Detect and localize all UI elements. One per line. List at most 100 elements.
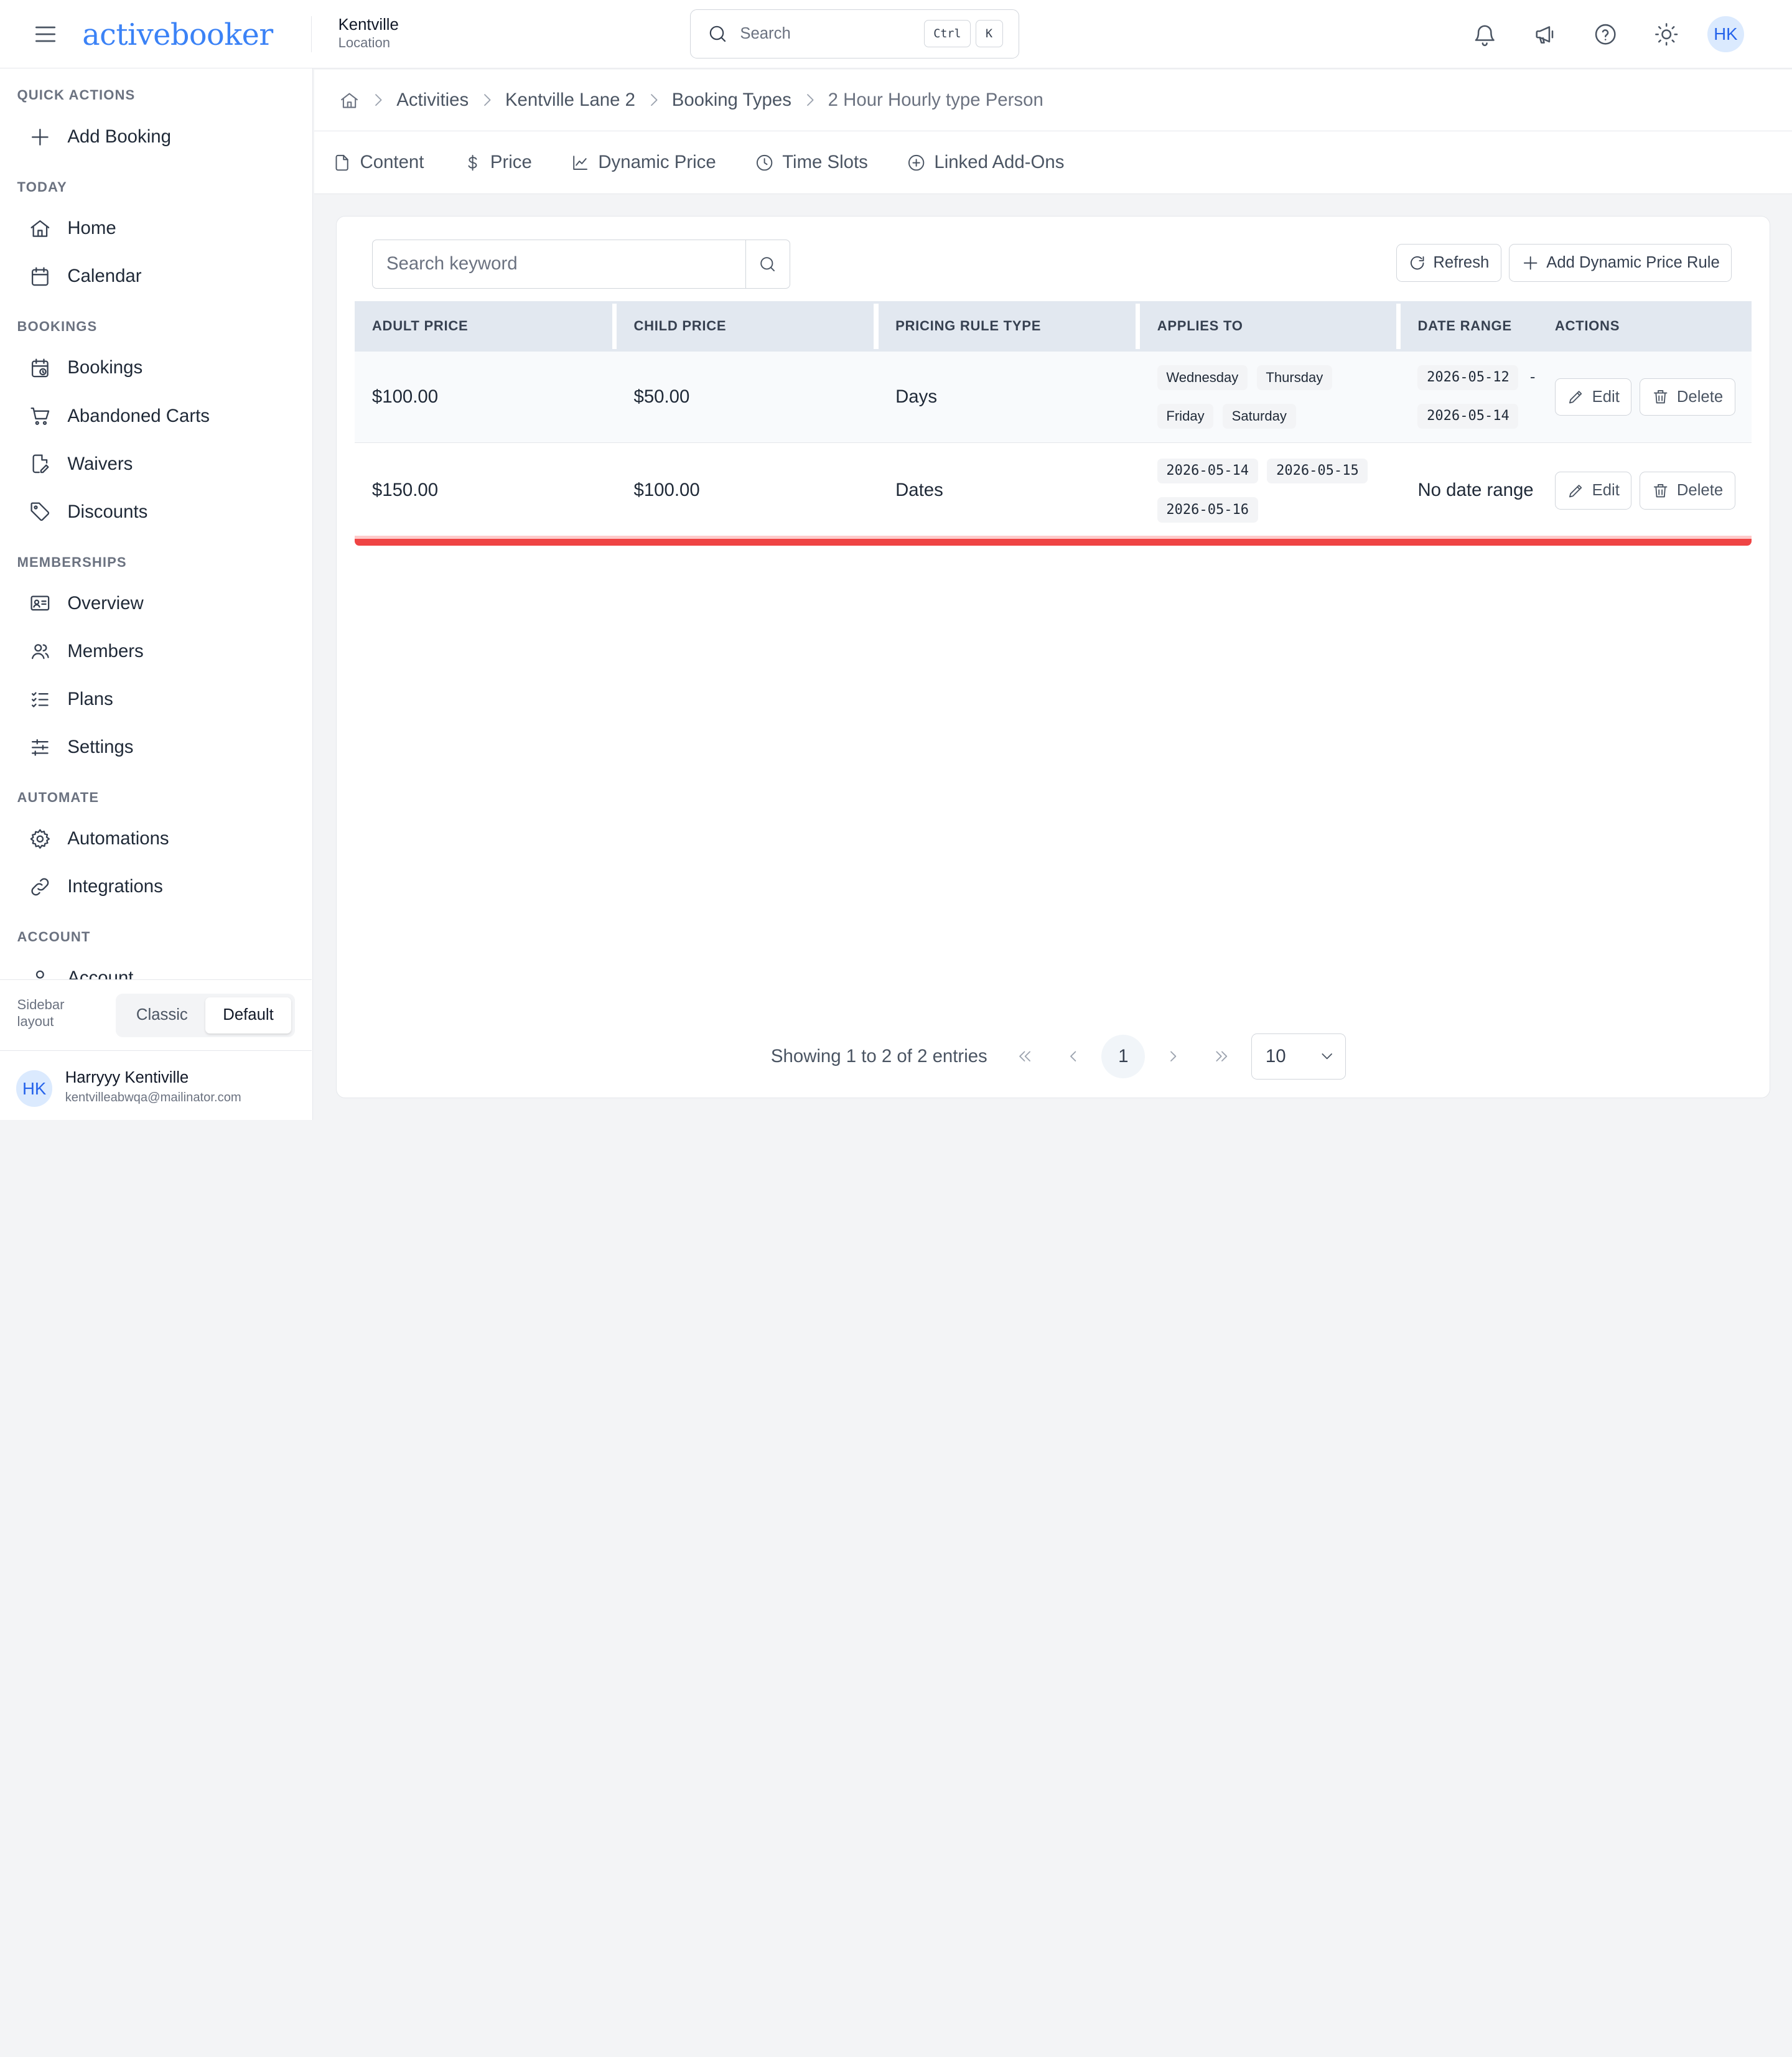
keyword-search-input[interactable]	[372, 240, 745, 288]
tab-price[interactable]: Price	[463, 152, 532, 173]
breadcrumb-lane[interactable]: Kentville Lane 2	[505, 90, 635, 111]
section-today: TODAY	[17, 179, 67, 195]
adult-price-cell: $100.00	[355, 351, 617, 444]
hamburger-menu-icon[interactable]	[32, 21, 59, 48]
sidebar-item-discounts[interactable]: Discounts	[14, 490, 299, 534]
bell-icon[interactable]	[1467, 16, 1503, 53]
global-search[interactable]: Search Ctrl K	[690, 9, 1020, 58]
activebooker-logo[interactable]: activebooker	[82, 11, 273, 55]
sidebar-item-overview[interactable]: Overview	[14, 582, 299, 625]
sun-icon[interactable]	[1648, 16, 1685, 53]
tab-content[interactable]: Content	[332, 152, 424, 173]
help-icon[interactable]	[1587, 16, 1624, 53]
chevron-right-icon	[645, 91, 663, 109]
column-header-actions: ACTIONS	[1538, 301, 1752, 352]
top-bar: activebooker Kentville Location Search C…	[0, 0, 1792, 69]
sidebar-item-add-booking[interactable]: Add Booking	[14, 115, 299, 159]
calendar-icon	[31, 267, 49, 286]
sidebar-item-home[interactable]: Home	[14, 207, 299, 250]
search-icon[interactable]	[745, 240, 790, 288]
tab-linked-add-ons[interactable]: Linked Add-Ons	[907, 152, 1064, 173]
user-email: kentvilleabwqa@mailinator.com	[65, 1091, 241, 1105]
sliders-icon	[31, 739, 49, 756]
location-sub: Location	[338, 35, 390, 51]
next-page-icon[interactable]	[1153, 1036, 1194, 1077]
sidebar-item-settings[interactable]: Settings	[14, 725, 299, 769]
breadcrumb-booking-types[interactable]: Booking Types	[672, 90, 791, 111]
date-end-chip: 2026-05-14	[1417, 404, 1519, 429]
section-memberships: MEMBERSHIPS	[17, 554, 127, 570]
sidebar-item-label: Bookings	[67, 357, 143, 378]
breadcrumb-current: 2 Hour Hourly type Person	[828, 90, 1043, 111]
location-name: Kentville	[338, 16, 399, 34]
page-size-select[interactable]: 10	[1251, 1033, 1346, 1080]
tag-icon	[30, 502, 49, 521]
user-avatar[interactable]: HK	[1707, 16, 1744, 53]
delete-button[interactable]: Delete	[1640, 378, 1735, 416]
day-chip: Friday	[1157, 404, 1214, 429]
refresh-label: Refresh	[1433, 254, 1490, 271]
actions-cell: Edit Delete	[1538, 442, 1752, 538]
dynamic-price-table: ADULT PRICE CHILD PRICE PRICING RULE TYP…	[355, 301, 1752, 538]
section-bookings: BOOKINGS	[17, 319, 98, 335]
sidebar-item-bookings[interactable]: Bookings	[14, 347, 299, 390]
sidebar-item-calendar[interactable]: Calendar	[14, 255, 299, 299]
tab-label: Dynamic Price	[598, 152, 716, 173]
sidebar-item-waivers[interactable]: Waivers	[14, 442, 299, 486]
edit-button[interactable]: Edit	[1554, 471, 1632, 510]
sidebar-item-abandoned-carts[interactable]: Abandoned Carts	[14, 394, 299, 438]
delete-button[interactable]: Delete	[1640, 471, 1735, 510]
home-icon[interactable]	[339, 90, 360, 111]
sidebar-user[interactable]: HK Harryyy Kentiville kentvilleabwqa@mai…	[0, 1050, 312, 1120]
tab-bar: Content Price Dynamic Price Time Slots L…	[314, 131, 1792, 195]
logo-text: activebooker	[82, 17, 273, 52]
column-header-pricing-rule-type[interactable]: PRICING RULE TYPE	[878, 301, 1141, 352]
refresh-button[interactable]: Refresh	[1396, 244, 1501, 282]
child-price-cell: $50.00	[616, 351, 879, 444]
section-automate: AUTOMATE	[17, 790, 100, 806]
sidebar-item-integrations[interactable]: Integrations	[14, 865, 299, 908]
tab-label: Time Slots	[782, 152, 868, 173]
layout-option-default[interactable]: Default	[205, 997, 292, 1034]
date-chip: 2026-05-15	[1267, 458, 1368, 484]
day-chip: Thursday	[1256, 365, 1332, 391]
sidebar-item-label: Discounts	[67, 501, 148, 522]
edit-label: Edit	[1592, 481, 1620, 499]
rule-type-cell: Days	[878, 351, 1141, 444]
section-quick-actions: QUICK ACTIONS	[17, 86, 136, 103]
sidebar-item-members[interactable]: Members	[14, 630, 299, 673]
last-page-icon[interactable]	[1201, 1036, 1242, 1077]
kbd-ctrl: Ctrl	[923, 20, 971, 48]
delete-label: Delete	[1676, 481, 1724, 499]
page-number-current[interactable]: 1	[1101, 1035, 1146, 1078]
tab-label: Linked Add-Ons	[934, 152, 1065, 173]
sidebar-layout-switcher: Sidebar layout Classic Default	[0, 979, 312, 1050]
plus-icon	[1523, 256, 1538, 270]
column-header-applies-to[interactable]: APPLIES TO	[1140, 301, 1401, 352]
search-icon	[709, 26, 726, 42]
megaphone-icon[interactable]	[1527, 16, 1564, 53]
tab-dynamic-price[interactable]: Dynamic Price	[571, 152, 716, 173]
actions-cell: Edit Delete	[1538, 351, 1752, 444]
first-page-icon[interactable]	[1004, 1036, 1045, 1077]
date-chip: 2026-05-16	[1157, 497, 1258, 523]
date-separator: -	[1529, 368, 1536, 386]
sidebar-item-plans[interactable]: Plans	[14, 678, 299, 721]
breadcrumb-activities[interactable]: Activities	[396, 90, 469, 111]
column-header-child-price[interactable]: CHILD PRICE	[616, 301, 879, 352]
column-header-date-range[interactable]: DATE RANGE	[1400, 301, 1538, 352]
dollar-icon	[468, 154, 477, 170]
add-dynamic-price-rule-button[interactable]: Add Dynamic Price Rule	[1509, 244, 1732, 282]
sidebar-item-automations[interactable]: Automations	[14, 817, 299, 861]
edit-button[interactable]: Edit	[1554, 378, 1632, 416]
previous-page-icon[interactable]	[1052, 1036, 1093, 1077]
column-header-adult-price[interactable]: ADULT PRICE	[355, 301, 617, 352]
trash-icon	[1654, 483, 1668, 497]
tab-time-slots[interactable]: Time Slots	[755, 152, 868, 173]
pagination-summary: Showing 1 to 2 of 2 entries	[770, 1046, 987, 1067]
chevron-right-icon	[478, 91, 496, 109]
edit-label: Edit	[1592, 388, 1620, 406]
tab-label: Content	[360, 152, 424, 173]
layout-option-classic[interactable]: Classic	[119, 997, 205, 1034]
location-switcher[interactable]: Kentville Location	[338, 16, 399, 52]
